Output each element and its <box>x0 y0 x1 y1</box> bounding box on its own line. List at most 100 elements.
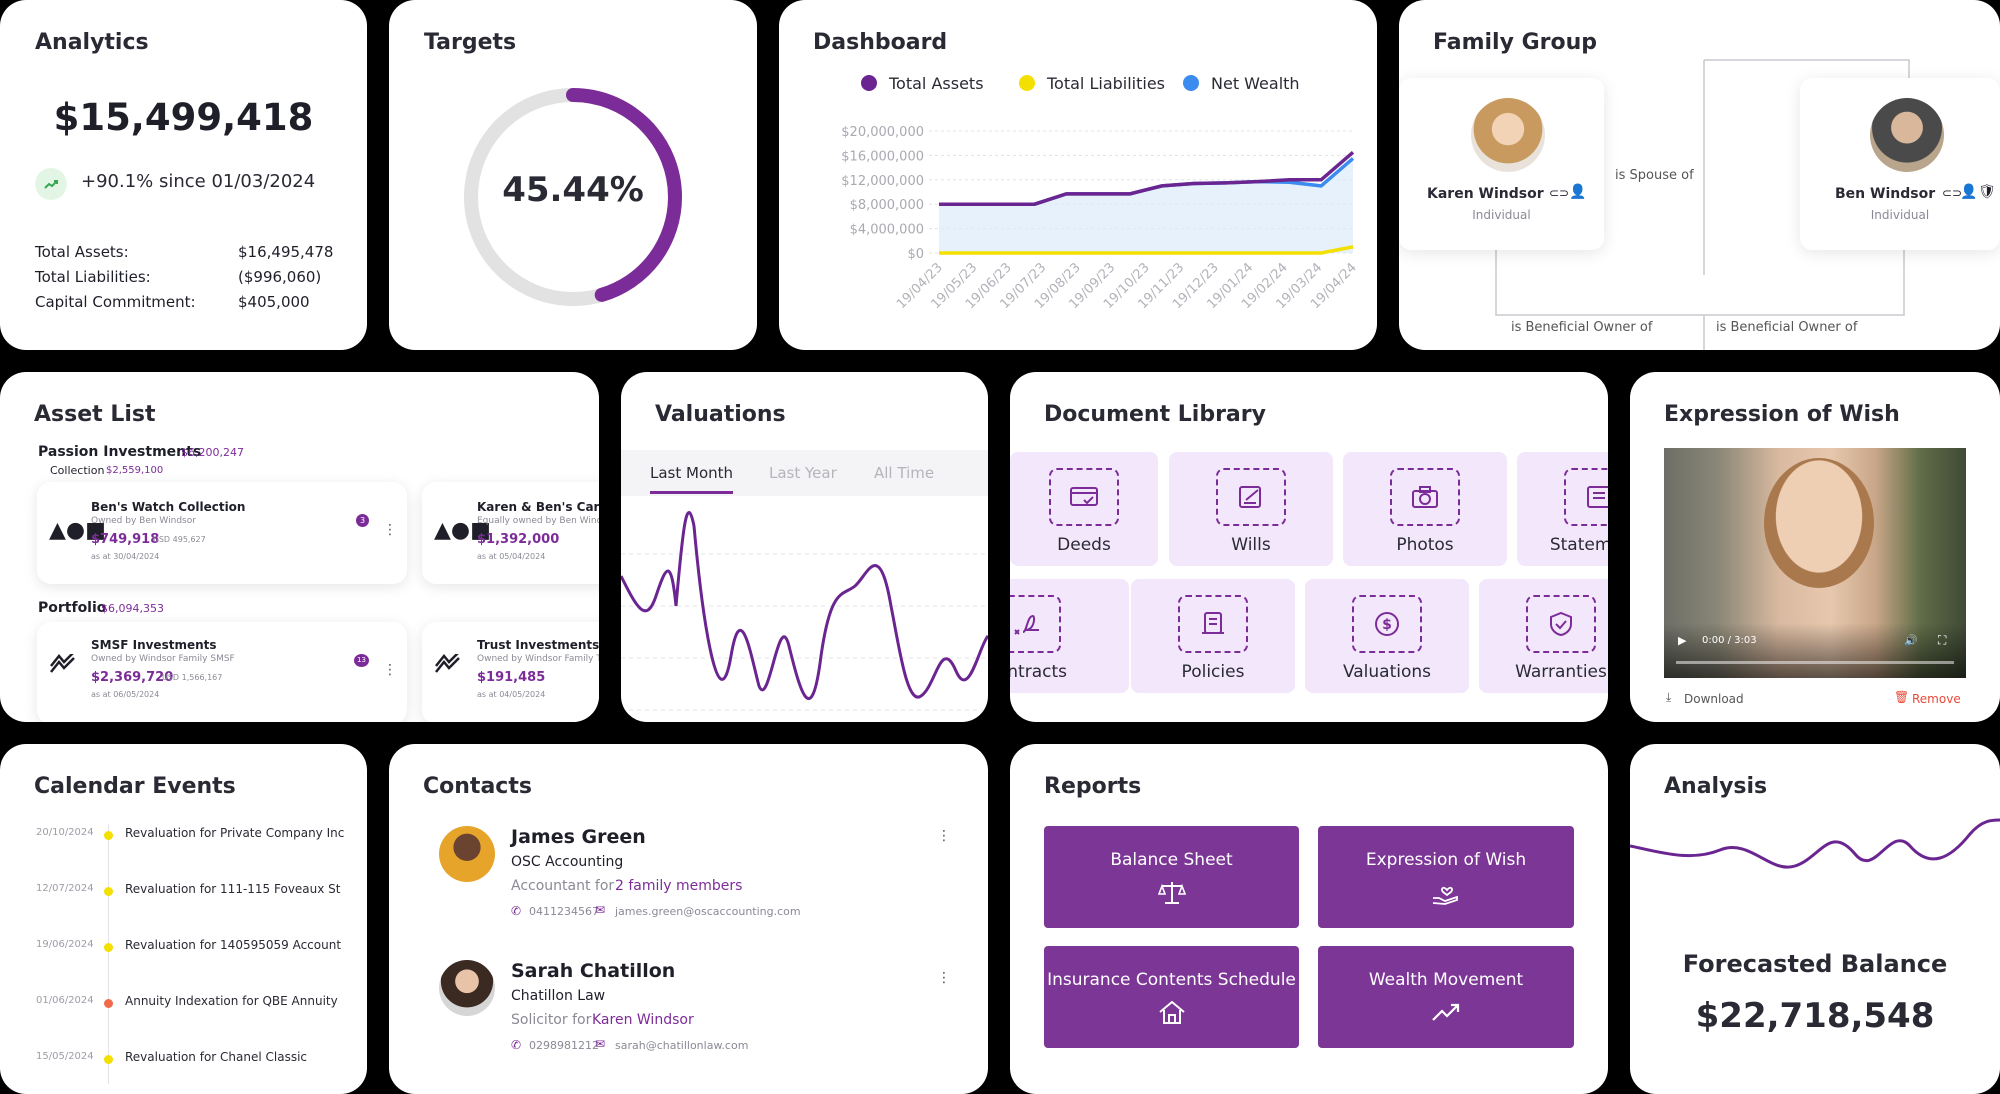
asset-card-smsf[interactable]: SMSF Investments Owned by Windsor Family… <box>37 622 407 722</box>
tab-last-year[interactable]: Last Year <box>769 464 837 482</box>
tab-all-time[interactable]: All Time <box>874 464 934 482</box>
event-dot <box>104 1055 113 1064</box>
member-name: Karen Windsor <box>1427 186 1544 202</box>
member-card-karen[interactable]: Karen Windsor ⊂⊃ 👤 Individual <box>1399 78 1604 250</box>
trend-up-icon <box>35 168 67 200</box>
legend-label: Net Wealth <box>1211 74 1300 93</box>
download-link[interactable]: Download <box>1684 692 1744 706</box>
tab-last-month[interactable]: Last Month <box>650 464 733 482</box>
doc-label: Policies <box>1181 662 1245 682</box>
doc-tile-deeds[interactable]: Deeds <box>1010 452 1158 566</box>
valuations-title: Valuations <box>655 402 786 427</box>
forecast-label: Forecasted Balance <box>1682 950 1948 978</box>
play-icon[interactable]: ▶ <box>1678 634 1686 647</box>
legend-swatch <box>1183 75 1199 91</box>
contact-role-link[interactable]: 2 family members <box>615 878 742 894</box>
contact-role: Accountant for <box>511 878 615 894</box>
video-player[interactable]: ▶ 0:00 / 3:03 🔊 ⛶ <box>1664 448 1966 678</box>
avatar <box>439 960 495 1016</box>
more-options-icon[interactable]: ⋮ <box>383 662 397 678</box>
contact-email[interactable]: james.green@oscaccounting.com <box>615 905 801 918</box>
more-options-icon[interactable]: ⋮ <box>937 828 951 844</box>
report-wealth-movement[interactable]: Wealth Movement <box>1318 946 1574 1048</box>
y-tick-label: $12,000,000 <box>841 174 924 189</box>
scales-icon <box>1157 880 1187 910</box>
phone-icon: ✆ <box>511 1038 522 1052</box>
contact-phone[interactable]: 0411234567 <box>529 905 599 918</box>
asset-name: Karen & Ben's Car Collection <box>477 500 599 514</box>
event-text: Revaluation for 111-115 Foveaux St <box>125 882 341 896</box>
asset-card-cars[interactable]: ▲●■ Karen & Ben's Car Collection Equally… <box>422 482 599 584</box>
y-tick-label: $8,000,000 <box>850 198 924 213</box>
doc-tile-photos[interactable]: Photos <box>1343 452 1507 566</box>
asset-list-card: Asset List Passion Investments $6,200,24… <box>0 372 599 722</box>
signed-document-icon <box>1216 468 1286 526</box>
more-options-icon[interactable]: ⋮ <box>383 522 397 538</box>
dashboard-card: Dashboard Total Assets Total Liabilities N… <box>779 0 1377 350</box>
legend-swatch <box>861 75 877 91</box>
email-icon: ✉ <box>595 1037 606 1051</box>
member-role: Individual <box>1472 208 1531 222</box>
doc-tile-valuations[interactable]: $ Valuations <box>1305 579 1469 693</box>
doc-tile-warranties[interactable]: Warranties <box>1479 579 1608 693</box>
calendar-event[interactable]: 12/07/2024 Revaluation for 111-115 Fovea… <box>0 882 367 902</box>
chart-trend-icon <box>434 651 462 680</box>
report-expression-of-wish[interactable]: Expression of Wish <box>1318 826 1574 928</box>
contact-email[interactable]: sarah@chatillonlaw.com <box>615 1039 748 1052</box>
video-frame <box>1764 458 1874 588</box>
legend-label: Total Liabilities <box>1046 74 1165 93</box>
contact-role-link[interactable]: Karen Windsor <box>592 1012 694 1028</box>
volume-icon[interactable]: 🔊 <box>1904 634 1918 647</box>
subgroup-value: $2,559,100 <box>106 465 164 476</box>
report-balance-sheet[interactable]: Balance Sheet <box>1044 826 1299 928</box>
doc-tile-wills[interactable]: Wills <box>1169 452 1333 566</box>
wish-title: Expression of Wish <box>1664 402 1900 427</box>
calendar-event[interactable]: 19/06/2024 Revaluation for 140595059 Acc… <box>0 938 367 958</box>
legend-swatch <box>1019 75 1035 91</box>
video-progress-bar[interactable] <box>1676 661 1954 664</box>
valuations-chart <box>621 511 988 711</box>
remove-link[interactable]: Remove <box>1912 692 1961 706</box>
svg-text:$: $ <box>1382 617 1392 633</box>
group-value: $6,094,353 <box>101 602 164 615</box>
contact-phone[interactable]: 0298981212 <box>529 1039 599 1052</box>
calendar-events-card: Calendar Events 20/10/2024 Revaluation f… <box>0 744 367 1094</box>
analysis-card: Analysis Forecasted Balance $22,718,548 <box>1630 744 2000 1094</box>
doc-tile-policies[interactable]: Policies <box>1131 579 1295 693</box>
chart-trend-icon <box>49 651 77 680</box>
valuations-card: Valuations Last Month Last Year All Time <box>621 372 988 722</box>
calendar-event[interactable]: 20/10/2024 Revaluation for Private Compa… <box>0 826 367 846</box>
trash-icon[interactable]: 🗑 <box>1894 690 1909 704</box>
more-options-icon[interactable]: ⋮ <box>937 970 951 986</box>
download-icon[interactable]: ⤓ <box>1666 690 1671 705</box>
doc-label: Statements <box>1549 535 1608 555</box>
legend-label: Total Assets <box>888 74 984 93</box>
dollar-circle-icon: $ <box>1352 595 1422 653</box>
email-icon: ✉ <box>595 903 606 917</box>
asset-value: $1,392,000 <box>477 532 560 547</box>
member-card-ben[interactable]: Ben Windsor ⊂⊃ 👤 🛡 Individual <box>1800 78 2000 250</box>
trend-up-icon <box>1431 1000 1461 1030</box>
contact-name[interactable]: Sarah Chatillon <box>511 960 675 982</box>
doc-tile-contracts[interactable]: Contracts <box>1010 579 1129 693</box>
doclib-title: Document Library <box>1044 402 1266 427</box>
asset-list-title: Asset List <box>34 402 156 427</box>
doc-label: Warranties <box>1515 662 1607 682</box>
capital-commitment-label: Capital Commitment: <box>35 293 196 311</box>
doc-tile-statements[interactable]: Statements <box>1517 452 1608 566</box>
count-badge: 3 <box>356 514 369 527</box>
event-dot <box>104 999 113 1008</box>
asset-card-trust[interactable]: Trust Investments Owned by Windsor Famil… <box>422 622 599 722</box>
contact-name[interactable]: James Green <box>511 826 646 848</box>
asset-owner: Owned by Windsor Family SMSF <box>91 654 235 664</box>
event-date: 01/06/2024 <box>36 995 94 1006</box>
calendar-event[interactable]: 01/06/2024 Annuity Indexation for QBE An… <box>0 994 367 1014</box>
report-insurance-contents-schedule[interactable]: Insurance Contents Schedule <box>1044 946 1299 1048</box>
asset-owner: Owned by Windsor Family Trust <box>477 654 599 664</box>
family-group-card: Family Group Karen Windsor ⊂⊃ 👤 Individu… <box>1399 0 2000 350</box>
asset-card-watch[interactable]: ▲●■ Ben's Watch Collection Owned by Ben … <box>37 482 407 584</box>
fullscreen-icon[interactable]: ⛶ <box>1938 633 1946 648</box>
event-dot <box>104 887 113 896</box>
calendar-event[interactable]: 15/05/2024 Revaluation for Chanel Classi… <box>0 1050 367 1070</box>
asset-date: as at 30/04/2024 <box>91 552 160 561</box>
